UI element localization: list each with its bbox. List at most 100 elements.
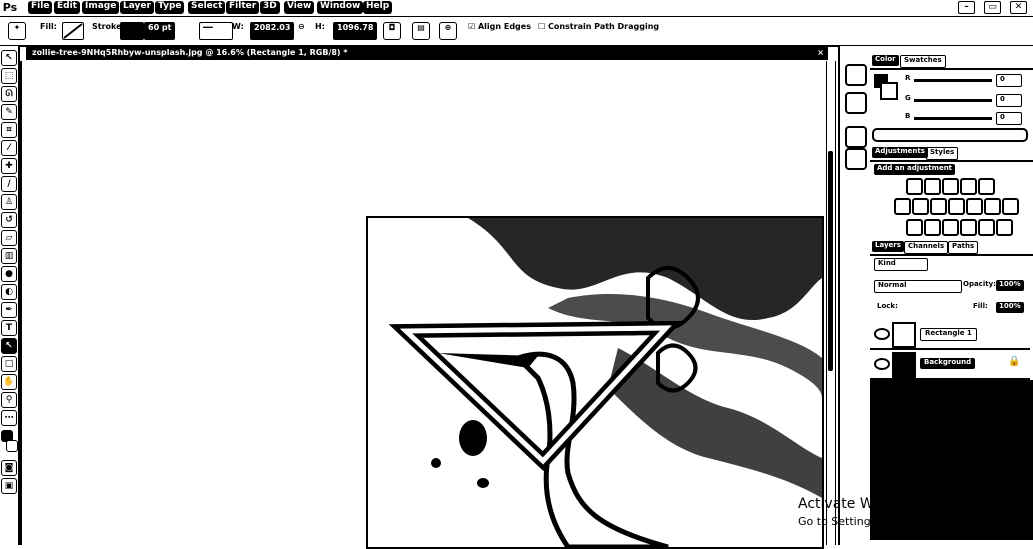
curves-icon[interactable] [942,178,959,195]
type-tool-icon[interactable]: T [1,320,17,336]
close-window-button[interactable]: ✕ [1010,1,1027,14]
menu-select[interactable]: Select [188,1,226,14]
menu-window[interactable]: Window [317,1,364,14]
width-field[interactable]: 2082.03 [250,22,295,40]
levels-icon[interactable] [924,178,941,195]
close-document-icon[interactable]: × [817,46,824,60]
color-lookup-icon[interactable] [984,198,1001,215]
link-icon[interactable]: ⊖ [298,22,305,38]
menu-3d[interactable]: 3D [260,1,280,14]
stroke-type-dropdown[interactable]: ━━ [199,22,233,40]
pen-tool-icon[interactable]: ✒ [1,302,17,318]
blend-mode-dropdown[interactable]: Normal [874,280,962,293]
blue-value[interactable]: 0 [996,112,1022,125]
vibrance-adjust-icon[interactable] [978,219,995,236]
history-panel-icon[interactable] [845,64,867,86]
shadows-icon[interactable] [996,219,1013,236]
stroke-swatch[interactable] [120,22,144,40]
marquee-tool-icon[interactable]: ⬚ [1,68,17,84]
tab-styles[interactable]: Styles [926,147,959,160]
constrain-checkbox[interactable]: ☐ Constrain Path Dragging [538,22,659,38]
path-alignment-icon[interactable]: ▤ [412,22,430,40]
color-ramp[interactable] [872,128,1028,142]
hand-tool-icon[interactable]: ✋ [1,374,17,390]
eyedropper-tool-icon[interactable]: ⁄ [1,140,17,156]
layer-name[interactable]: Rectangle 1 [920,328,977,341]
background-color-swatch[interactable] [6,440,18,452]
maximize-button[interactable]: ▭ [984,1,1001,14]
menu-help[interactable]: Help [363,1,393,14]
exposure-icon[interactable] [960,178,977,195]
path-arrangement-icon[interactable]: ⊕ [439,22,457,40]
lasso-tool-icon[interactable]: ᘏ [1,86,17,102]
layer-row[interactable]: Rectangle 1 [870,320,1030,350]
green-slider[interactable] [914,99,992,102]
character-panel-icon[interactable] [845,126,867,148]
tab-color[interactable]: Color [872,55,899,66]
move-tool-icon[interactable]: ↖ [1,50,17,66]
path-operations-icon[interactable]: ◘ [383,22,401,40]
menu-view[interactable]: View [284,1,315,14]
healing-brush-tool-icon[interactable]: ✚ [1,158,17,174]
threshold-icon[interactable] [924,219,941,236]
zoom-tool-icon[interactable]: ⚲ [1,392,17,408]
visibility-eye-icon[interactable] [874,358,890,370]
properties-panel-icon[interactable] [845,92,867,114]
fill-opacity-field[interactable]: 100% [996,302,1024,313]
channel-mixer-icon[interactable] [966,198,983,215]
move-tool-icon[interactable]: ✦ [8,22,26,40]
gradient-map-icon[interactable] [942,219,959,236]
tab-channels[interactable]: Channels [904,241,949,254]
tab-adjustments[interactable]: Adjustments [872,147,928,158]
color-balance-icon[interactable] [912,198,929,215]
red-slider[interactable] [914,79,992,82]
quick-mask-icon[interactable]: ◙ [1,460,17,476]
menu-file[interactable]: File [28,1,53,14]
opacity-field[interactable]: 100% [996,280,1024,291]
tab-paths[interactable]: Paths [948,241,979,254]
path-selection-tool-icon[interactable]: ↖ [1,338,17,354]
blur-tool-icon[interactable]: ● [1,266,17,282]
rectangle-tool-icon[interactable]: □ [1,356,17,372]
photo-filter-icon[interactable] [948,198,965,215]
height-field[interactable]: 1096.78 [333,22,378,40]
vibrance-icon[interactable] [978,178,995,195]
clone-stamp-tool-icon[interactable]: ♙ [1,194,17,210]
edit-toolbar-icon[interactable]: ⋯ [1,410,17,426]
layer-row[interactable]: Background 🔒 [870,350,1030,380]
stroke-width-field[interactable]: 60 pt [144,22,176,40]
menu-layer[interactable]: Layer [120,1,154,14]
canvas-image[interactable] [366,216,824,549]
tab-swatches[interactable]: Swatches [900,55,946,68]
menu-filter[interactable]: Filter [226,1,260,14]
brightness-icon[interactable] [906,178,923,195]
menu-type[interactable]: Type [155,1,185,14]
black-white-icon[interactable] [930,198,947,215]
align-edges-checkbox[interactable]: ☑ Align Edges [468,22,531,38]
history-brush-tool-icon[interactable]: ↺ [1,212,17,228]
menu-edit[interactable]: Edit [54,1,80,14]
dodge-tool-icon[interactable]: ◐ [1,284,17,300]
green-value[interactable]: 0 [996,94,1022,107]
red-value[interactable]: 0 [996,74,1022,87]
gradient-tool-icon[interactable]: ▥ [1,248,17,264]
document-tab[interactable]: zollie-tree-9NHq5Rhbyw-unsplash.jpg @ 16… [26,46,828,60]
tab-layers[interactable]: Layers [872,241,904,252]
vertical-scrollbar[interactable] [826,61,836,545]
kind-filter-dropdown[interactable]: Kind [874,258,928,271]
fill-swatch[interactable] [62,22,84,40]
paragraph-panel-icon[interactable] [845,148,867,170]
scroll-thumb[interactable] [828,151,833,371]
hue-saturation-icon[interactable] [894,198,911,215]
minimize-button[interactable]: – [958,1,975,14]
selective-color-icon[interactable] [960,219,977,236]
visibility-eye-icon[interactable] [874,328,890,340]
eraser-tool-icon[interactable]: ▱ [1,230,17,246]
brush-tool-icon[interactable]: ∕ [1,176,17,192]
quick-select-tool-icon[interactable]: ✎ [1,104,17,120]
color-background-swatch[interactable] [880,82,898,100]
invert-icon[interactable] [1002,198,1019,215]
posterize-icon[interactable] [906,219,923,236]
layer-name[interactable]: Background [920,358,976,369]
blue-slider[interactable] [914,117,992,120]
